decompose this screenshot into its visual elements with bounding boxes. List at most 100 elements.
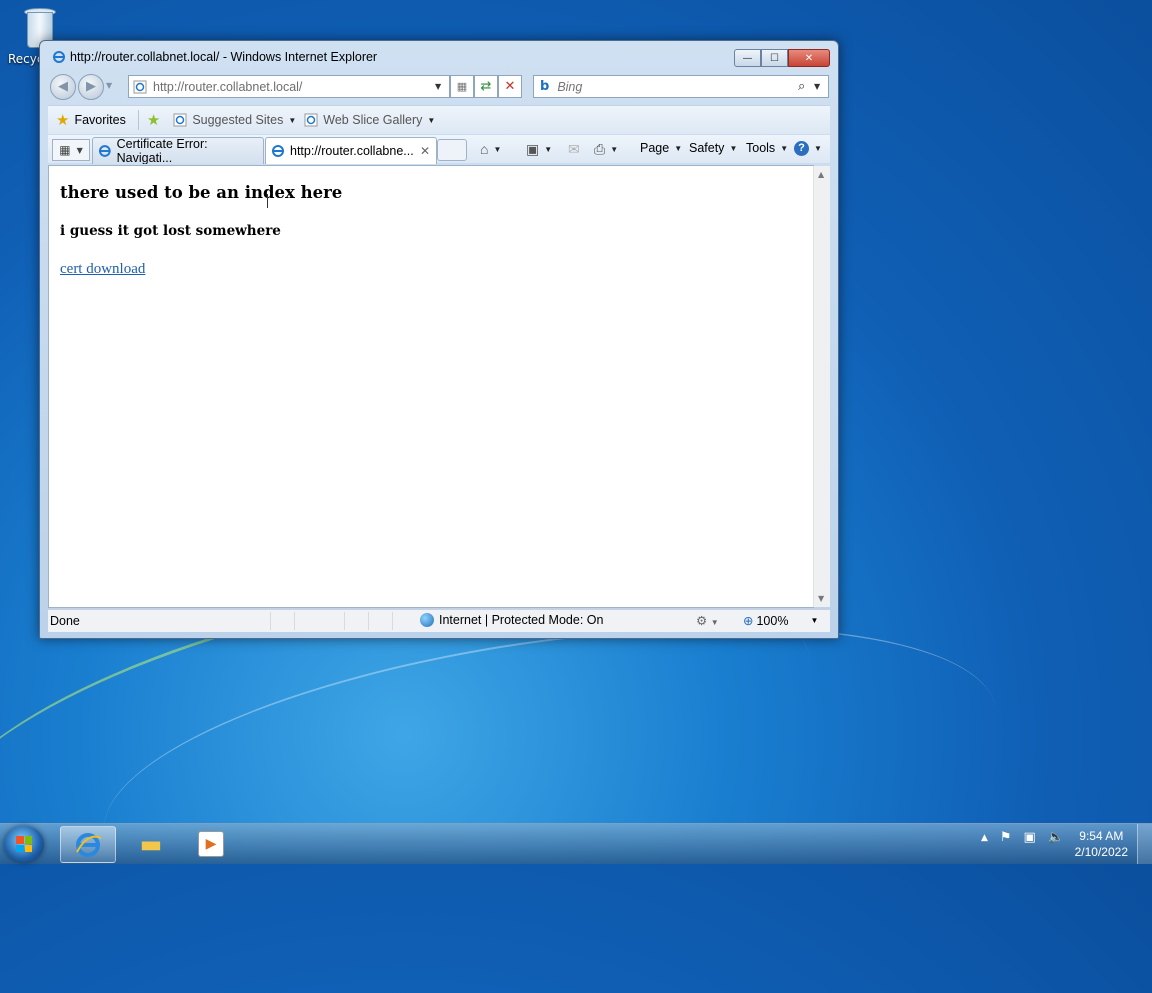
windows-logo-icon [16, 836, 32, 852]
volume-muted-icon[interactable]: 🔈 [1048, 830, 1064, 845]
suggested-sites-label: Suggested Sites [192, 113, 284, 127]
forward-button[interactable]: ▶ [78, 74, 104, 100]
stop-button[interactable]: ✕ [498, 75, 522, 98]
page-heading: there used to be an index here [60, 183, 343, 202]
clock[interactable]: 9:54 AM 2/10/2022 [1075, 828, 1128, 860]
favorites-button[interactable]: ★ Favorites [56, 111, 126, 129]
ie-tab-icon [98, 145, 111, 157]
chevron-down-icon: ▼ [674, 143, 683, 153]
chevron-down-icon: ▼ [544, 145, 553, 154]
show-hidden-icons-icon[interactable]: ▲ [981, 833, 988, 843]
tab-label: Certificate Error: Navigati... [116, 137, 208, 164]
chevron-down-icon: ▼ [427, 115, 436, 125]
show-desktop-button[interactable] [1137, 824, 1152, 864]
network-icon[interactable]: ▣ [1024, 830, 1036, 845]
start-button[interactable] [4, 826, 44, 862]
action-center-flag-icon[interactable]: ⚑ [1000, 830, 1012, 845]
web-slice-gallery-label: Web Slice Gallery [323, 113, 423, 127]
printer-icon: ⎙ [594, 141, 606, 157]
globe-icon [420, 613, 434, 627]
status-pane [270, 612, 271, 630]
media-player-icon: ▶ [198, 830, 224, 857]
folder-icon: ▬ [139, 829, 163, 858]
security-zone-label: Internet | Protected Mode: On [439, 613, 604, 627]
tools-menu[interactable]: Tools ▼ [746, 141, 788, 155]
mail-icon: ✉ [568, 141, 580, 157]
chevron-down-icon: ▼ [610, 145, 619, 154]
zoom-control[interactable]: ⊕ 100% ▼ [743, 613, 819, 629]
taskbar-ie-button[interactable] [60, 826, 116, 863]
tab-router[interactable]: http://router.collabne... ✕ [265, 137, 437, 164]
quick-tabs-button[interactable]: ▦ ▼ [52, 139, 90, 161]
status-pane [368, 612, 369, 630]
read-mail-button[interactable]: ✉ [568, 141, 580, 158]
chevron-down-icon: ▼ [76, 145, 83, 155]
address-url[interactable]: http://router.collabnet.local/ [153, 80, 435, 94]
recent-pages-dropdown-icon[interactable]: ▼ [106, 81, 112, 90]
taskbar: ▬ ▶ ▲ ⚑ ▣ 🔈 9:54 AM 2/10/2022 [0, 823, 1152, 864]
minimize-button[interactable]: — [734, 49, 761, 67]
home-button[interactable]: ⌂ ▼ [480, 141, 501, 157]
back-button[interactable]: ◀ [50, 74, 76, 100]
window-title: http://router.collabnet.local/ - Windows… [70, 50, 378, 64]
compatibility-icon: ▦ [456, 80, 468, 93]
tab-bar: ▦ ▼ Certificate Error: Navigati... http:/… [48, 135, 830, 164]
close-button[interactable]: ✕ [788, 49, 830, 67]
suggested-sites-button[interactable]: Suggested Sites ▼ [173, 113, 296, 127]
ie-logo-icon [53, 51, 65, 63]
scroll-up-icon[interactable]: ▲ [818, 170, 824, 179]
page-menu[interactable]: Page ▼ [640, 141, 682, 155]
title-bar[interactable]: http://router.collabnet.local/ - Windows… [40, 41, 838, 69]
taskbar-media-player-button[interactable]: ▶ [184, 826, 238, 861]
zoom-level: 100% [756, 613, 789, 628]
taskbar-explorer-button[interactable]: ▬ [124, 826, 178, 861]
status-pane [294, 612, 295, 630]
security-zone[interactable]: Internet | Protected Mode: On [420, 613, 603, 627]
help-menu[interactable]: ? ▼ [794, 141, 822, 156]
new-tab-button[interactable] [437, 139, 467, 161]
status-bar: Done Internet | Protected Mode: On ⚙ ▼ ⊕… [48, 609, 830, 632]
navigation-bar: ◀ ▶ ▼ http://router.collabnet.local/ ▼ ▦… [48, 73, 830, 101]
add-to-favorites-bar-button[interactable]: ★ [147, 111, 165, 129]
close-tab-icon[interactable]: ✕ [420, 144, 430, 158]
chevron-down-icon: ▼ [729, 143, 738, 153]
status-pane [344, 612, 345, 630]
page-ie-icon [133, 80, 147, 93]
tools-menu-label: Tools [746, 141, 776, 155]
protected-mode-button[interactable]: ⚙ ▼ [696, 613, 719, 628]
zoom-icon: ⊕ [743, 614, 754, 628]
scroll-down-icon[interactable]: ▼ [818, 594, 824, 603]
print-button[interactable]: ⎙ ▼ [594, 141, 618, 158]
search-options-dropdown-icon[interactable]: ▼ [814, 82, 828, 91]
tab-certificate-error[interactable]: Certificate Error: Navigati... [92, 137, 264, 164]
help-icon: ? [794, 141, 809, 156]
chevron-down-icon: ▼ [493, 144, 502, 154]
home-icon: ⌂ [480, 141, 489, 157]
chevron-down-icon: ▼ [810, 616, 819, 625]
address-bar[interactable]: http://router.collabnet.local/ ▼ [128, 75, 450, 98]
tab-label: http://router.collabne... [290, 144, 414, 158]
page-subheading: i guess it got lost somewhere [60, 223, 281, 239]
feeds-button[interactable]: ▣ ▼ [526, 141, 552, 158]
rss-feed-icon: ▣ [526, 141, 540, 157]
search-input[interactable] [555, 78, 798, 95]
page-content: there used to be an index here i guess i… [48, 165, 830, 608]
vertical-scrollbar[interactable]: ▲ ▼ [813, 166, 830, 607]
maximize-button[interactable]: ☐ [761, 49, 788, 67]
safety-menu[interactable]: Safety ▼ [689, 141, 737, 155]
ie-tab-icon [272, 145, 284, 157]
chevron-down-icon: ▼ [814, 144, 822, 153]
cert-download-link[interactable]: cert download [60, 261, 145, 278]
safety-menu-label: Safety [689, 141, 725, 155]
page-menu-label: Page [640, 141, 670, 155]
compatibility-view-button[interactable]: ▦ [450, 75, 474, 98]
clock-time: 9:54 AM [1079, 829, 1124, 843]
ie-taskbar-icon [76, 832, 102, 857]
web-slice-gallery-button[interactable]: Web Slice Gallery ▼ [304, 113, 435, 127]
separator [137, 110, 139, 130]
search-box[interactable]: b ⌕ ▼ [533, 75, 829, 98]
refresh-button[interactable]: ⇄ [474, 75, 498, 98]
address-dropdown-icon[interactable]: ▼ [435, 82, 449, 91]
search-icon[interactable]: ⌕ [798, 79, 814, 94]
refresh-icon: ⇄ [480, 79, 492, 94]
